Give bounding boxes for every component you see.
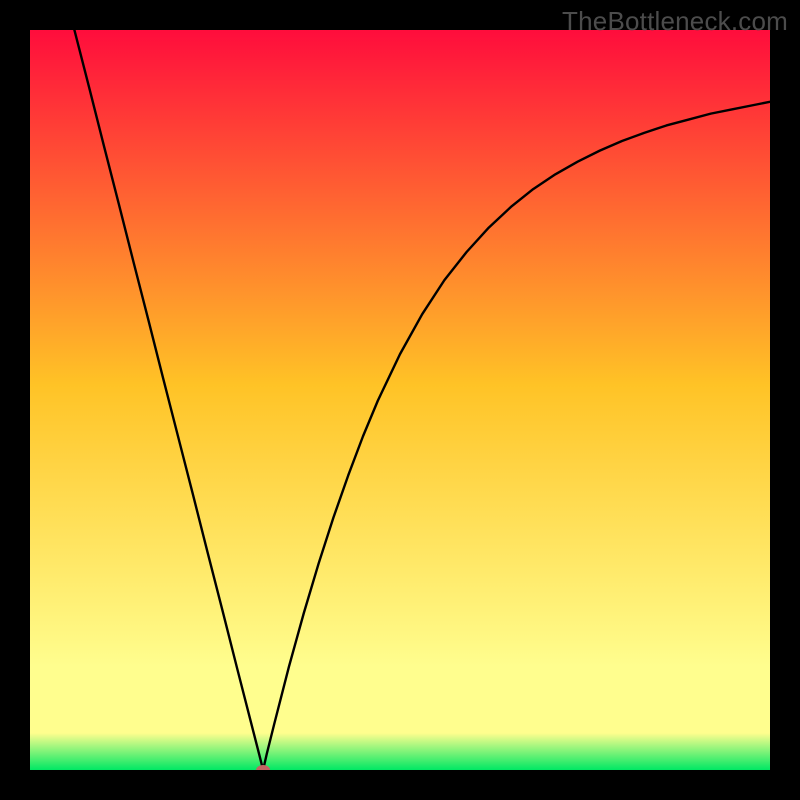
gradient-background: [30, 30, 770, 770]
bottleneck-chart: [30, 30, 770, 770]
chart-frame: TheBottleneck.com: [0, 0, 800, 800]
watermark-text: TheBottleneck.com: [562, 6, 788, 37]
